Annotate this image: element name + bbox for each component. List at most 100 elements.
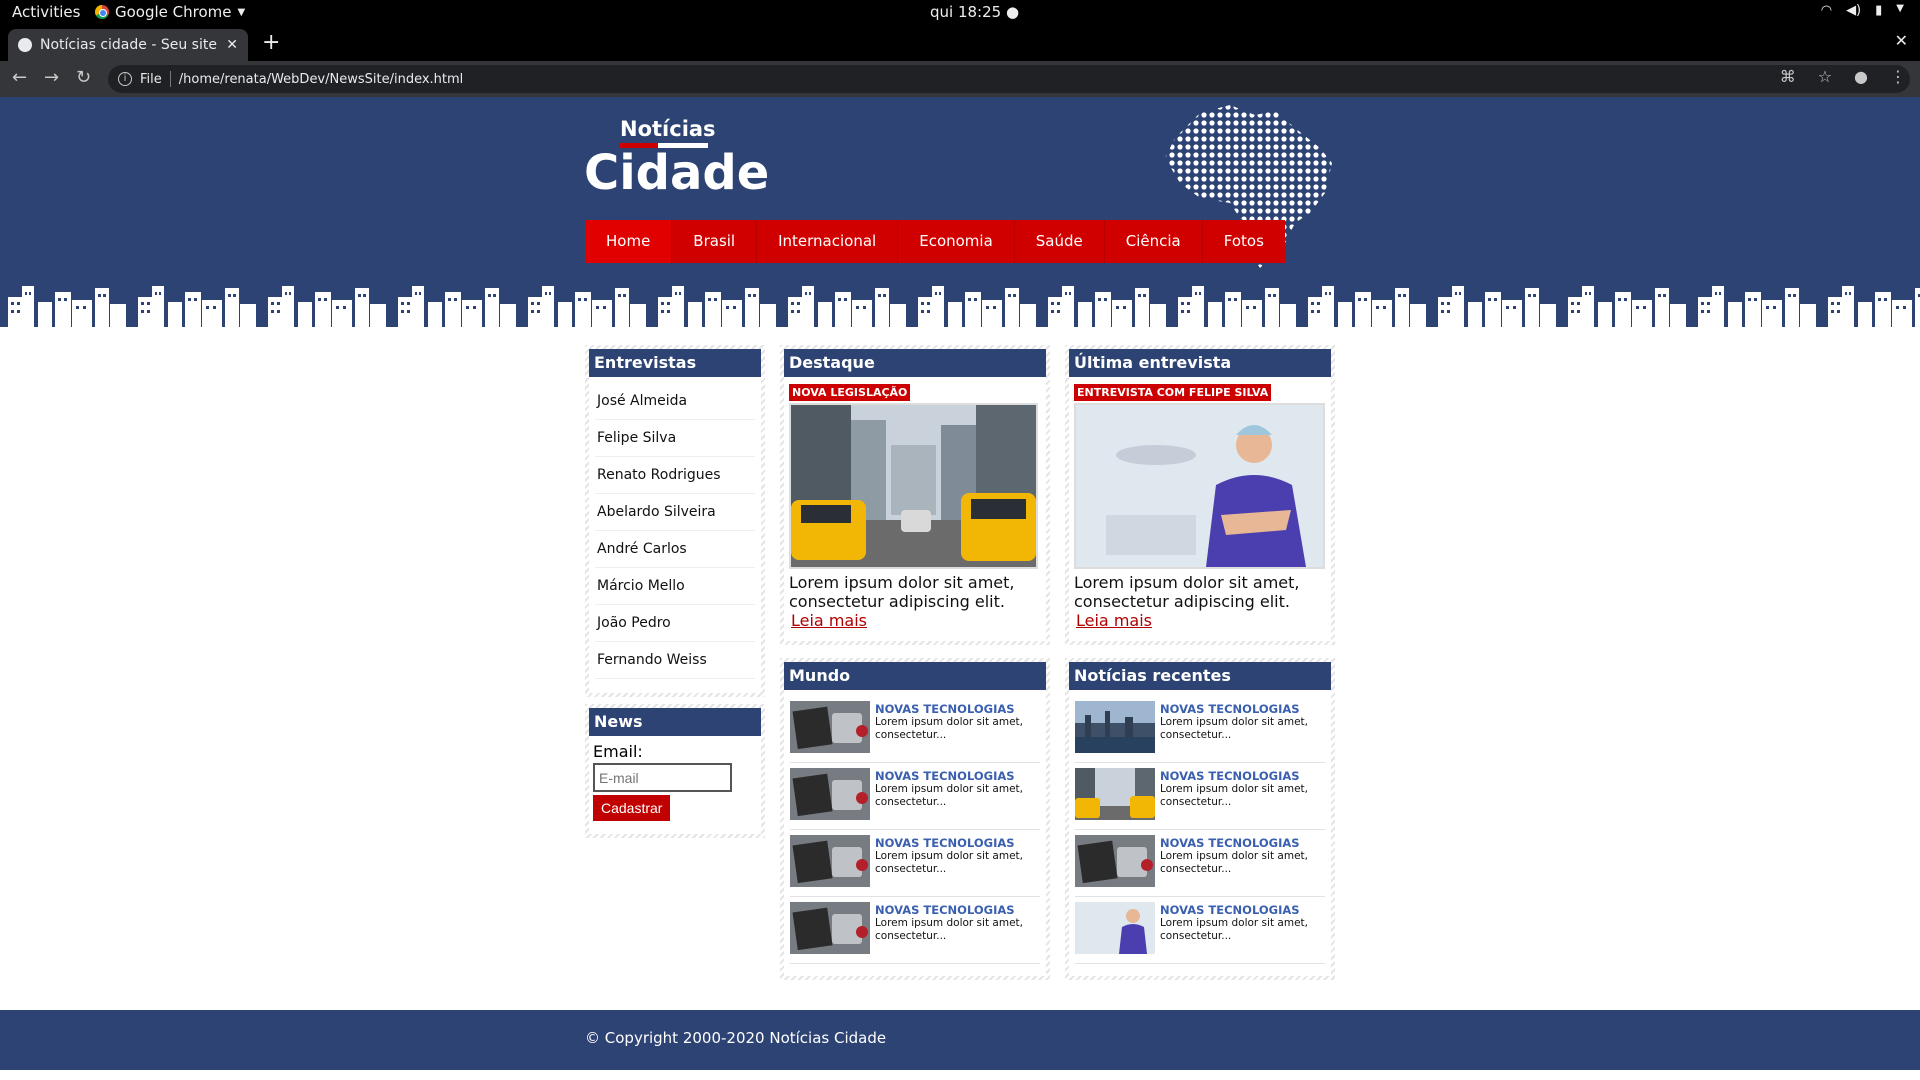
menu-item-internacional[interactable]: Internacional — [757, 220, 899, 263]
list-item[interactable]: NOVAS TECNOLOGIAS Lorem ipsum dolor sit a… — [1075, 763, 1325, 830]
forward-icon[interactable]: → — [44, 67, 59, 88]
menu-item-brasil[interactable]: Brasil — [672, 220, 758, 263]
reload-icon[interactable]: ↻ — [76, 67, 91, 88]
list-item[interactable]: NOVAS TECNOLOGIAS Lorem ipsum dolor sit a… — [1075, 830, 1325, 897]
chrome-icon — [95, 5, 109, 19]
item-text: Lorem ipsum dolor sit amet, consectetur.… — [875, 716, 1023, 741]
list-item[interactable]: NOVAS TECNOLOGIAS Lorem ipsum dolor sit a… — [790, 696, 1040, 763]
email-field[interactable] — [593, 763, 732, 792]
list-item[interactable]: Renato Rodrigues — [595, 457, 755, 494]
item-title[interactable]: NOVAS TECNOLOGIAS — [1160, 903, 1325, 917]
last-interview-box: Última entrevista ENTREVISTA COM FELIPE … — [1065, 345, 1335, 645]
menu-dots-icon[interactable]: ⋮ — [1890, 67, 1906, 86]
item-title[interactable]: NOVAS TECNOLOGIAS — [1160, 836, 1325, 850]
translate-icon[interactable]: ⌘ — [1780, 67, 1796, 86]
volume-icon: ◀) — [1846, 3, 1862, 18]
item-text: Lorem ipsum dolor sit amet, consectetur.… — [875, 783, 1023, 808]
taxi-street-image[interactable] — [789, 403, 1038, 569]
world-title: Mundo — [784, 662, 1046, 690]
list-item[interactable]: Abelardo Silveira — [595, 494, 755, 531]
info-icon[interactable]: i — [118, 72, 132, 86]
list-item[interactable]: Márcio Mello — [595, 568, 755, 605]
list-item[interactable]: João Pedro — [595, 605, 755, 642]
chevron-down-icon: ▼ — [237, 6, 246, 18]
main-menu: Home Brasil Internacional Economia Saúde… — [585, 220, 1285, 263]
app-menu[interactable]: Google Chrome ▼ — [95, 3, 245, 21]
menu-item-home[interactable]: Home — [585, 220, 673, 263]
list-item[interactable]: Felipe Silva — [595, 420, 755, 457]
wifi-icon: ◠ — [1820, 3, 1833, 18]
item-text: Lorem ipsum dolor sit amet, consectetur.… — [1160, 917, 1308, 942]
item-text: Lorem ipsum dolor sit amet, consectetur.… — [1160, 783, 1308, 808]
battery-icon: ▮ — [1875, 3, 1883, 18]
read-more-link[interactable]: Leia mais — [789, 611, 867, 630]
app-name: Google Chrome — [115, 3, 232, 21]
city-skyline-thumbnail — [1075, 701, 1155, 753]
account-icon[interactable]: ● — [1854, 67, 1868, 86]
list-item[interactable]: Fernando Weiss — [595, 642, 755, 679]
copyright-text: © Copyright 2000-2020 Notícias Cidade — [585, 1029, 887, 1047]
bookmark-star-icon[interactable]: ☆ — [1818, 67, 1832, 86]
item-text: Lorem ipsum dolor sit amet, consectetur.… — [1160, 716, 1308, 741]
item-title[interactable]: NOVAS TECNOLOGIAS — [875, 903, 1040, 917]
tab-title: Notícias cidade - Seu site d — [40, 37, 219, 53]
menu-item-saude[interactable]: Saúde — [1015, 220, 1105, 263]
list-item[interactable]: José Almeida — [595, 383, 755, 420]
back-icon[interactable]: ← — [12, 67, 27, 88]
activities-button[interactable]: Activities — [12, 3, 80, 21]
item-title[interactable]: NOVAS TECNOLOGIAS — [875, 702, 1040, 716]
doctor-thumbnail — [1075, 902, 1155, 954]
item-title[interactable]: NOVAS TECNOLOGIAS — [1160, 702, 1325, 716]
highlight-tag: NOVA LEGISLAÇÃO — [789, 384, 911, 401]
close-tab-icon[interactable]: ✕ — [226, 37, 238, 53]
notebook-thumbnail — [790, 902, 870, 954]
last-interview-text: Lorem ipsum dolor sit amet, consectetur … — [1074, 573, 1300, 611]
new-tab-icon[interactable]: + — [262, 30, 280, 55]
menu-item-economia[interactable]: Economia — [898, 220, 1015, 263]
taxi-street-thumbnail — [1075, 768, 1155, 820]
tab-strip: Notícias cidade - Seu site d ✕ + ✕ — [0, 26, 1920, 61]
clock[interactable]: qui 18:25 ● — [930, 3, 1019, 21]
city-skyline-decoration — [0, 282, 1920, 327]
list-item[interactable]: NOVAS TECNOLOGIAS Lorem ipsum dolor sit a… — [1075, 897, 1325, 964]
list-item[interactable]: NOVAS TECNOLOGIAS Lorem ipsum dolor sit a… — [790, 897, 1040, 964]
logo-big-text: Cidade — [584, 145, 770, 201]
list-item[interactable]: NOVAS TECNOLOGIAS Lorem ipsum dolor sit a… — [790, 763, 1040, 830]
list-item[interactable]: NOVAS TECNOLOGIAS Lorem ipsum dolor sit a… — [790, 830, 1040, 897]
notebook-thumbnail — [1075, 835, 1155, 887]
highlight-box: Destaque NOVA LEGISLAÇÃO Lorem ipsum dol… — [780, 345, 1050, 645]
list-item[interactable]: NOVAS TECNOLOGIAS Lorem ipsum dolor sit a… — [1075, 696, 1325, 763]
system-tray[interactable]: ◠ ◀) ▮ ▼ — [1821, 3, 1904, 18]
doctor-image[interactable] — [1074, 403, 1325, 569]
logo-small-text: Notícias — [620, 117, 716, 141]
item-title[interactable]: NOVAS TECNOLOGIAS — [875, 769, 1040, 783]
newsletter-form: Email: Cadastrar — [589, 736, 761, 827]
notebook-thumbnail — [790, 768, 870, 820]
menu-item-fotos[interactable]: Fotos — [1203, 220, 1285, 263]
item-title[interactable]: NOVAS TECNOLOGIAS — [875, 836, 1040, 850]
close-window-icon[interactable]: ✕ — [1895, 31, 1908, 50]
world-box: Mundo NOVAS TECNOLOGIAS Lorem ipsum dolor… — [780, 658, 1050, 980]
newsletter-box: News Email: Cadastrar — [585, 704, 765, 838]
desktop-top-bar: Activities Google Chrome ▼ qui 18:25 ● ◠… — [0, 0, 1920, 26]
subscribe-button[interactable]: Cadastrar — [593, 795, 671, 821]
interviews-title: Entrevistas — [589, 349, 761, 377]
address-bar[interactable]: i File /home/renata/WebDev/NewsSite/inde… — [108, 65, 1910, 93]
globe-icon — [18, 38, 32, 52]
list-item[interactable]: André Carlos — [595, 531, 755, 568]
newsletter-title: News — [589, 708, 761, 736]
item-title[interactable]: NOVAS TECNOLOGIAS — [1160, 769, 1325, 783]
browser-toolbar: ← → ↻ i File /home/renata/WebDev/NewsSit… — [0, 61, 1920, 97]
last-interview-tag: ENTREVISTA COM FELIPE SILVA — [1074, 384, 1272, 401]
chevron-down-icon: ▼ — [1896, 3, 1904, 14]
menu-item-ciencia[interactable]: Ciência — [1105, 220, 1203, 263]
browser-tab[interactable]: Notícias cidade - Seu site d ✕ — [8, 29, 248, 61]
item-text: Lorem ipsum dolor sit amet, consectetur.… — [875, 917, 1023, 942]
email-label: Email: — [593, 742, 643, 761]
read-more-link[interactable]: Leia mais — [1074, 611, 1152, 630]
site-footer: © Copyright 2000-2020 Notícias Cidade — [0, 1010, 1920, 1070]
item-text: Lorem ipsum dolor sit amet, consectetur.… — [1160, 850, 1308, 875]
interviews-list: José Almeida Felipe Silva Renato Rodrigu… — [589, 377, 761, 679]
url-text[interactable]: /home/renata/WebDev/NewsSite/index.html — [179, 72, 464, 87]
highlight-text: Lorem ipsum dolor sit amet, consectetur … — [789, 573, 1015, 611]
